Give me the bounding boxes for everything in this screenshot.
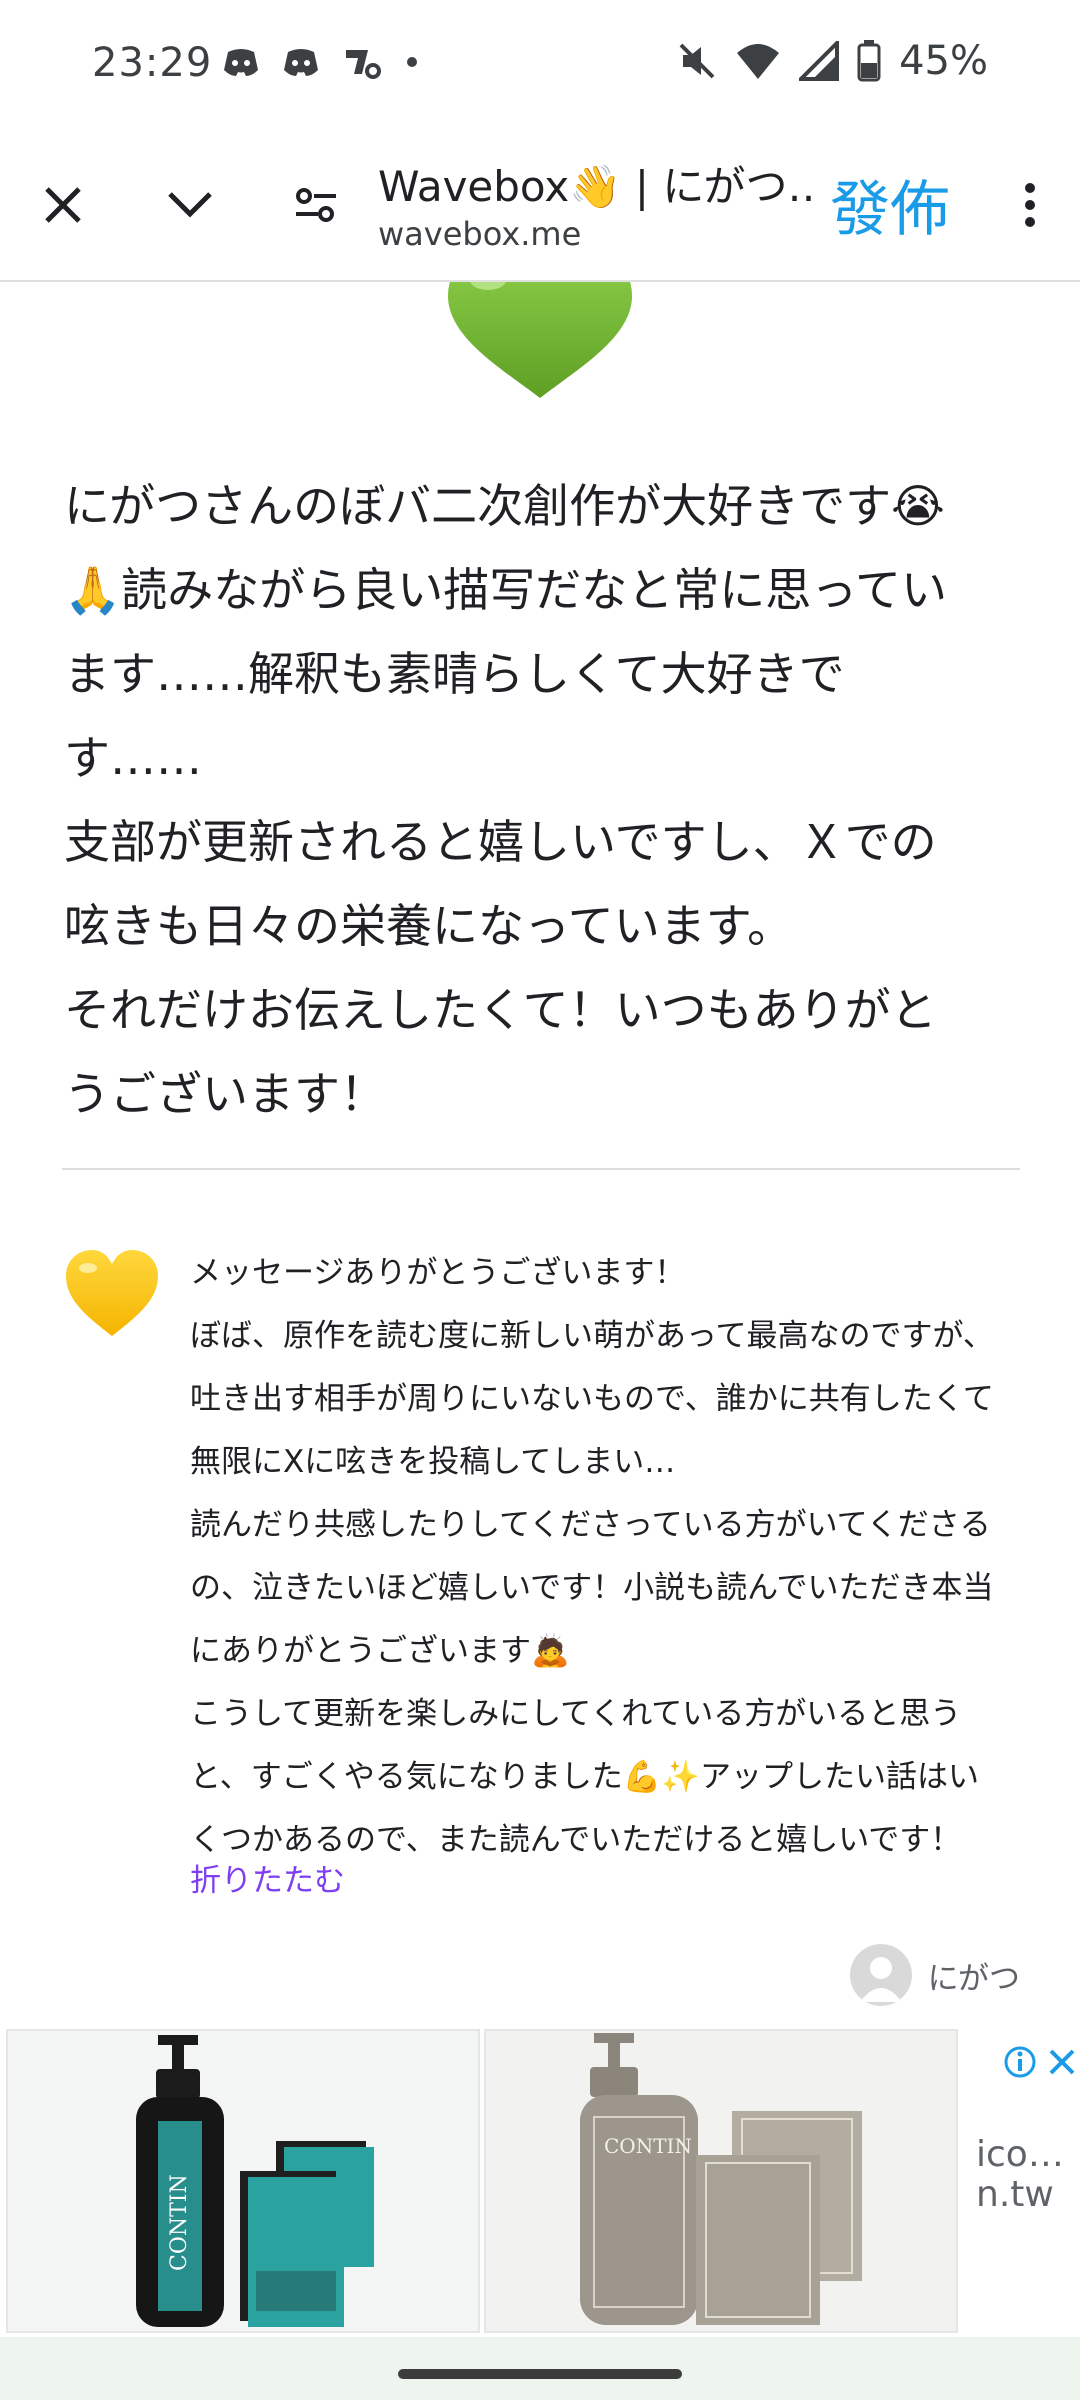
yellow-heart-icon bbox=[66, 1250, 158, 1336]
gesture-handle[interactable] bbox=[398, 2369, 682, 2379]
received-message: にがつさんのぼバ二次創作が大好きです😭 🙏読みながら良い描写だなと常に思ってい … bbox=[64, 479, 947, 1121]
more-vert-icon bbox=[1025, 183, 1035, 227]
shampoo-product-image: CONTIN bbox=[8, 2031, 478, 2331]
person-icon bbox=[859, 1957, 902, 2002]
page-title: Wavebox👋 | にがつ… bbox=[378, 162, 818, 211]
signal-icon bbox=[799, 41, 840, 81]
status-time: 23:29 bbox=[92, 40, 213, 86]
wifi-icon bbox=[737, 44, 780, 79]
ad-banner[interactable]: CONTIN CONTIN ico… n.tw bbox=[0, 2027, 1080, 2337]
notification-icons bbox=[222, 44, 420, 80]
brand-name-1: CONTIN bbox=[167, 2174, 192, 2271]
discord-icon bbox=[224, 49, 258, 76]
ad-domain[interactable]: ico… n.tw bbox=[976, 2135, 1064, 2215]
battery-percent: 45% bbox=[899, 38, 988, 84]
divider bbox=[62, 1168, 1020, 1170]
lotion-product-image: CONTIN bbox=[486, 2031, 956, 2331]
app-icon bbox=[346, 50, 381, 79]
minimize-button[interactable] bbox=[150, 165, 230, 245]
chevron-down-icon bbox=[168, 192, 212, 218]
author-name: にがつ bbox=[927, 1960, 1020, 1997]
system-icons: 45% bbox=[677, 38, 988, 84]
close-ad-icon[interactable] bbox=[1047, 2047, 1077, 2077]
page-content: にがつさんのぼバ二次創作が大好きです😭 🙏読みながら良い描写だなと常に思ってい … bbox=[0, 282, 1080, 2027]
avatar bbox=[849, 1944, 912, 2006]
ad-product-card[interactable]: CONTIN bbox=[6, 2029, 480, 2333]
ad-info[interactable] bbox=[1003, 2045, 1077, 2079]
collapse-link[interactable]: 折りたたむ bbox=[190, 1856, 345, 1906]
brand-name-2: CONTIN bbox=[604, 2134, 692, 2158]
ad-product-card[interactable]: CONTIN bbox=[484, 2029, 958, 2333]
navigation-bar bbox=[0, 2337, 1080, 2400]
close-icon bbox=[45, 187, 81, 223]
info-icon bbox=[1004, 2046, 1036, 2078]
battery-icon bbox=[857, 40, 881, 82]
green-heart-icon bbox=[448, 282, 632, 398]
publish-button[interactable]: 發佈 bbox=[830, 161, 950, 248]
close-button[interactable] bbox=[23, 165, 103, 245]
page-settings-button[interactable] bbox=[276, 165, 356, 245]
author[interactable]: にがつ bbox=[849, 1944, 1020, 2006]
dot-icon bbox=[407, 57, 417, 67]
discord-icon bbox=[284, 49, 318, 76]
browser-toolbar: Wavebox👋 | にがつ… wavebox.me 發佈 bbox=[0, 135, 1080, 282]
reply-message: メッセージありがとうございます！ ぼば、原作を読む度に新しい萌があって最高なので… bbox=[190, 1255, 994, 1858]
mute-icon bbox=[679, 43, 715, 79]
tune-icon bbox=[296, 188, 336, 222]
more-options-button[interactable] bbox=[990, 165, 1070, 245]
page-url: wavebox.me bbox=[378, 215, 582, 253]
status-bar: 23:29 45% bbox=[0, 0, 1080, 135]
